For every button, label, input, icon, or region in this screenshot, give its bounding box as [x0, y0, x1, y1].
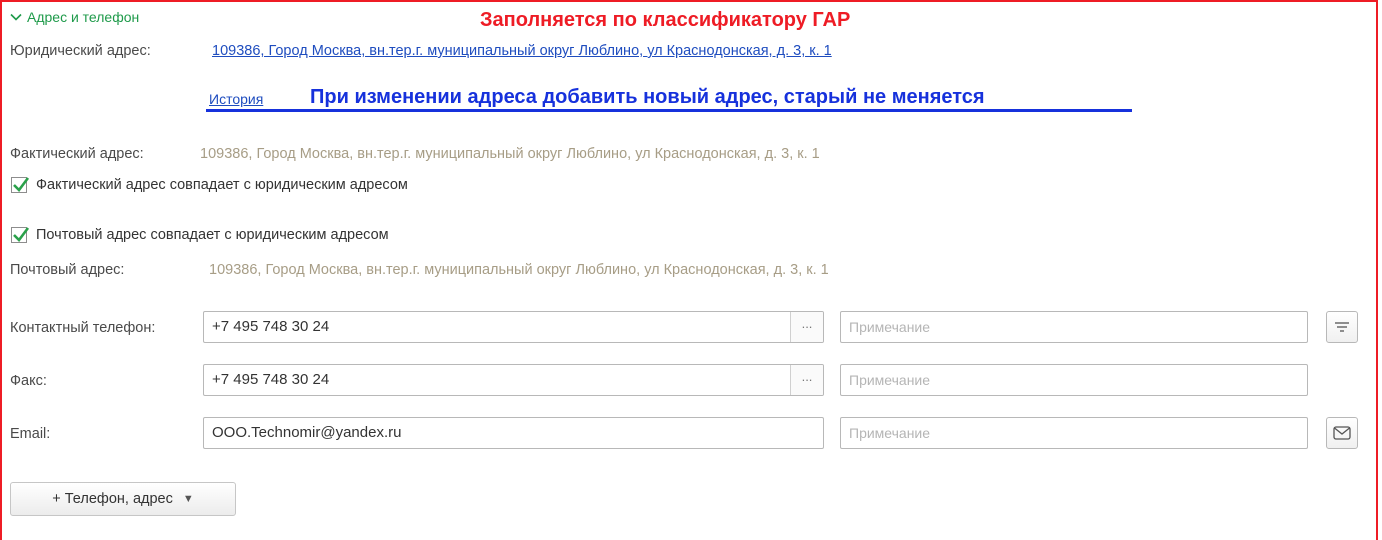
phone-select-button[interactable]: ...: [790, 312, 823, 342]
email-input[interactable]: OOO.Technomir@yandex.ru: [203, 417, 824, 449]
envelope-icon: [1333, 426, 1351, 440]
phone-settings-button[interactable]: [1326, 311, 1358, 343]
phone-input[interactable]: +7 495 748 30 24 ...: [203, 311, 824, 343]
actual-address-value: 109386, Город Москва, вн.тер.г. муниципа…: [200, 146, 820, 162]
email-note-placeholder: Примечание: [849, 425, 931, 441]
fax-input[interactable]: +7 495 748 30 24 ...: [203, 364, 824, 396]
checkmark-icon: [13, 177, 30, 192]
actual-same-as-legal-checkbox[interactable]: [11, 177, 30, 193]
legal-address-link[interactable]: 109386, Город Москва, вн.тер.г. муниципа…: [212, 43, 832, 59]
fax-note-placeholder: Примечание: [849, 372, 931, 388]
phone-note-placeholder: Примечание: [849, 319, 931, 335]
add-phone-address-button[interactable]: + Телефон, адрес ▼: [10, 482, 236, 516]
dropdown-arrow-icon: ▼: [182, 493, 194, 505]
fax-note-input[interactable]: Примечание: [840, 364, 1308, 396]
postal-same-as-legal-checkbox[interactable]: [11, 227, 30, 243]
fax-label: Факс:: [10, 373, 47, 389]
legal-address-label: Юридический адрес:: [10, 43, 151, 59]
fax-select-button[interactable]: ...: [790, 365, 823, 395]
group-header-label: Адрес и телефон: [27, 9, 140, 25]
group-header-address-phone[interactable]: Адрес и телефон: [10, 9, 139, 25]
actual-same-as-legal-label[interactable]: Фактический адрес совпадает с юридически…: [36, 177, 408, 193]
phone-value: +7 495 748 30 24: [212, 318, 330, 335]
add-phone-address-label: + Телефон, адрес: [52, 491, 173, 507]
annotation-gar: Заполняется по классификатору ГАР: [480, 9, 851, 31]
email-value: OOO.Technomir@yandex.ru: [212, 424, 402, 441]
annotation-underline: [206, 109, 1132, 112]
email-label: Email:: [10, 426, 51, 442]
phone-note-input[interactable]: Примечание: [840, 311, 1308, 343]
fax-value: +7 495 748 30 24: [212, 371, 330, 388]
email-note-input[interactable]: Примечание: [840, 417, 1308, 449]
history-link[interactable]: История: [209, 91, 263, 107]
annotation-history-note: При изменении адреса добавить новый адре…: [310, 86, 985, 108]
postal-address-value: 109386, Город Москва, вн.тер.г. муниципа…: [209, 262, 829, 278]
send-email-button[interactable]: [1326, 417, 1358, 449]
postal-address-label: Почтовый адрес:: [10, 262, 125, 278]
chevron-down-icon: [10, 13, 22, 21]
phone-label: Контактный телефон:: [10, 320, 156, 336]
checkmark-icon: [13, 227, 30, 242]
actual-address-label: Фактический адрес:: [10, 146, 144, 162]
list-filter-icon: [1335, 322, 1349, 332]
postal-same-as-legal-label[interactable]: Почтовый адрес совпадает с юридическим а…: [36, 227, 389, 243]
